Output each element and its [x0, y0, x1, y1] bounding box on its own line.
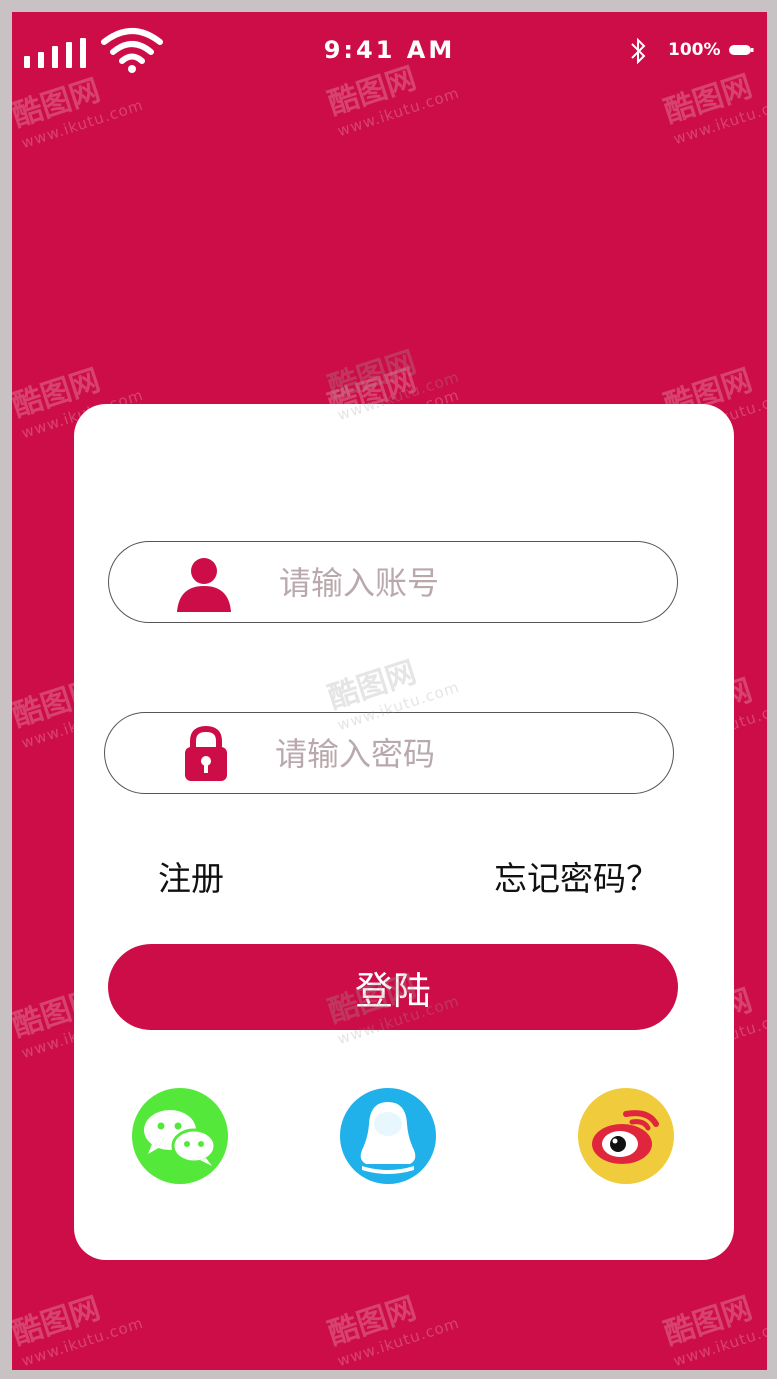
login-button[interactable]: 登陆 — [108, 944, 678, 1030]
user-icon — [177, 558, 231, 612]
battery-percent: 100% — [668, 40, 721, 60]
battery-icon — [729, 45, 754, 55]
weibo-login-button[interactable] — [578, 1088, 674, 1184]
bluetooth-icon — [631, 37, 646, 65]
account-input[interactable] — [277, 542, 661, 624]
status-time: 9:41 AM — [323, 36, 456, 64]
login-card: 注册 忘记密码？ 登陆 — [74, 345, 734, 1260]
wechat-login-button[interactable] — [132, 1088, 228, 1184]
qq-login-button[interactable] — [340, 1088, 436, 1184]
watermark: 酷图网www.ikutu.com — [12, 1290, 146, 1370]
watermark: 酷图网www.ikutu.com — [660, 1290, 767, 1370]
watermark: 酷图网www.ikutu.com — [324, 344, 462, 425]
register-link[interactable]: 注册 — [158, 852, 224, 900]
qq-icon — [360, 1102, 416, 1174]
forgot-password-link[interactable]: 忘记密码？ — [494, 852, 659, 900]
weibo-icon — [592, 1110, 659, 1164]
password-input[interactable] — [273, 713, 657, 795]
lock-icon — [185, 725, 227, 781]
watermark: 酷图网www.ikutu.com — [324, 1290, 462, 1370]
status-bar: 9:41 AM 100% — [12, 12, 767, 92]
password-field — [104, 712, 674, 795]
account-field — [108, 541, 678, 624]
phone-screen: 9:41 AM 100% 酷图网 www.ikutu.com 酷图网 www.iku… — [12, 12, 767, 1370]
wechat-icon — [144, 1110, 217, 1166]
